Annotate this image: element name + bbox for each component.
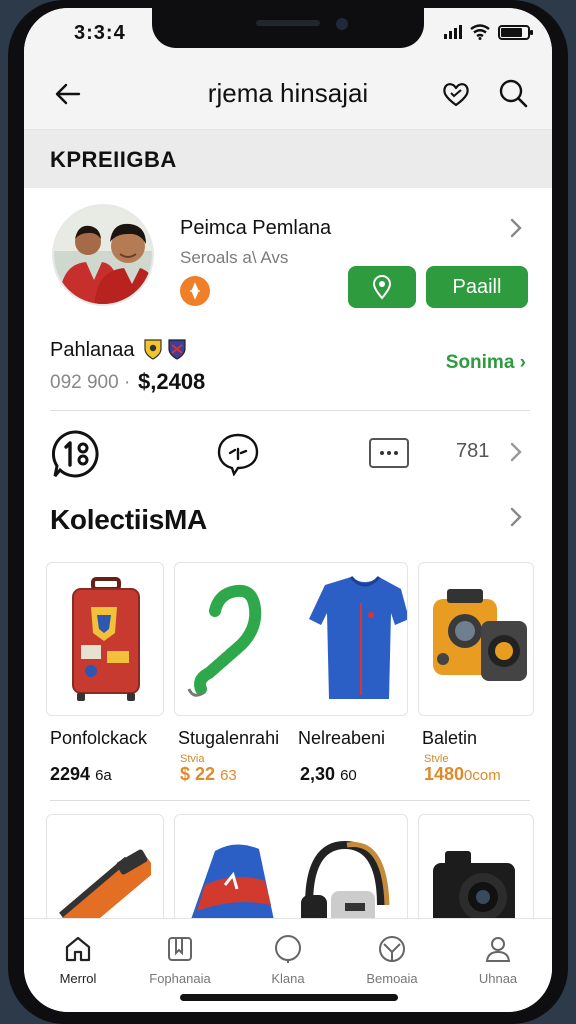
profile-name: Peimca Pemlana: [180, 217, 332, 239]
item-price: 2,30 60: [300, 764, 357, 784]
search-icon[interactable]: [496, 76, 530, 110]
avatar-photo: [54, 206, 152, 304]
section-header: KPREIIGBA: [24, 130, 552, 188]
tab-label: Bemoaia: [366, 971, 418, 986]
battery-icon: [498, 24, 533, 40]
tab-home[interactable]: Merrol: [28, 933, 128, 986]
item-price: 14800com: [424, 764, 501, 784]
see-more-link[interactable]: Sonima ›: [446, 352, 526, 374]
tab-badges[interactable]: Bemoaia: [342, 933, 442, 986]
product-card[interactable]: [46, 814, 164, 934]
bookmark-icon: [168, 937, 192, 961]
product-card[interactable]: [174, 814, 408, 934]
comment-icon: [275, 935, 301, 963]
message-box-icon[interactable]: [368, 436, 410, 472]
tab-label: Fophanaia: [149, 971, 211, 986]
divider: [50, 410, 530, 411]
item-name: Baletin: [422, 728, 478, 748]
item-price: 2294 6a: [50, 764, 112, 784]
club-crest-icon: [144, 339, 162, 360]
chat-bubble-icon[interactable]: [50, 428, 102, 480]
top-navigation-bar: rjema hinsajai: [24, 58, 552, 130]
scarf-and-shirt-image: [187, 575, 407, 699]
product-card[interactable]: [174, 562, 408, 716]
action-count: 781: [456, 440, 490, 462]
profile-button[interactable]: Paaill: [426, 266, 528, 308]
item-name: Stugalenrahi: [178, 728, 280, 748]
chevron-right-icon[interactable]: [506, 440, 526, 464]
tab-chat[interactable]: Klana: [238, 933, 338, 986]
tab-label: Klana: [271, 971, 305, 986]
suitcase-image: [72, 577, 140, 701]
chevron-right-icon[interactable]: [506, 505, 526, 529]
app-screen: 3:3:4 rjema hinsajai KPREIIGBA Peimca Pe…: [24, 8, 552, 1012]
product-card[interactable]: [418, 562, 534, 716]
tab-label: Uhnaa: [478, 971, 518, 986]
location-pin-icon: [372, 275, 392, 300]
bag-and-headphones-image: [189, 840, 390, 933]
camera-gadget-image: [433, 589, 527, 681]
fire-badge-icon: [180, 276, 210, 306]
wifi-icon: [470, 24, 490, 40]
product-card[interactable]: [46, 562, 164, 716]
divider: [50, 800, 530, 801]
section-header-label: KPREIIGBA: [50, 147, 177, 172]
tab-label: Merrol: [59, 971, 97, 986]
balance-amount: $,2408: [138, 369, 206, 394]
status-time: 3:3:4: [74, 22, 126, 44]
badge-icon: [379, 936, 405, 962]
camera-notch: [152, 8, 424, 48]
balance-subtext: 092 900 ·: [50, 372, 131, 393]
chevron-right-icon[interactable]: [506, 216, 526, 240]
favorite-heart-icon[interactable]: [440, 78, 472, 110]
balance-label: Pahlanaa: [50, 339, 135, 361]
profile-subtitle: Seroals a\ Avs: [180, 248, 289, 267]
item-price: $ 22 63: [180, 764, 237, 784]
home-icon: [65, 936, 91, 962]
item-name: Ponfolckack: [50, 728, 148, 748]
tab-profile[interactable]: Uhnaa: [448, 933, 548, 986]
club-crest-icon: [168, 339, 186, 360]
product-card[interactable]: [418, 814, 534, 934]
user-icon: [485, 937, 511, 962]
status-icons: [444, 24, 533, 40]
item-name: Nelreabeni: [298, 728, 386, 748]
signal-icon: [444, 25, 462, 39]
tab-collection[interactable]: Fophanaia: [130, 933, 230, 986]
comment-icon[interactable]: [216, 432, 260, 476]
location-button[interactable]: [348, 266, 416, 308]
collection-title: KolectiisMA: [50, 504, 207, 535]
camera-image: [433, 851, 515, 929]
orange-device-image: [59, 849, 151, 930]
home-indicator[interactable]: [180, 994, 398, 1001]
avatar[interactable]: [52, 204, 154, 306]
page-title: rjema hinsajai: [207, 78, 369, 108]
